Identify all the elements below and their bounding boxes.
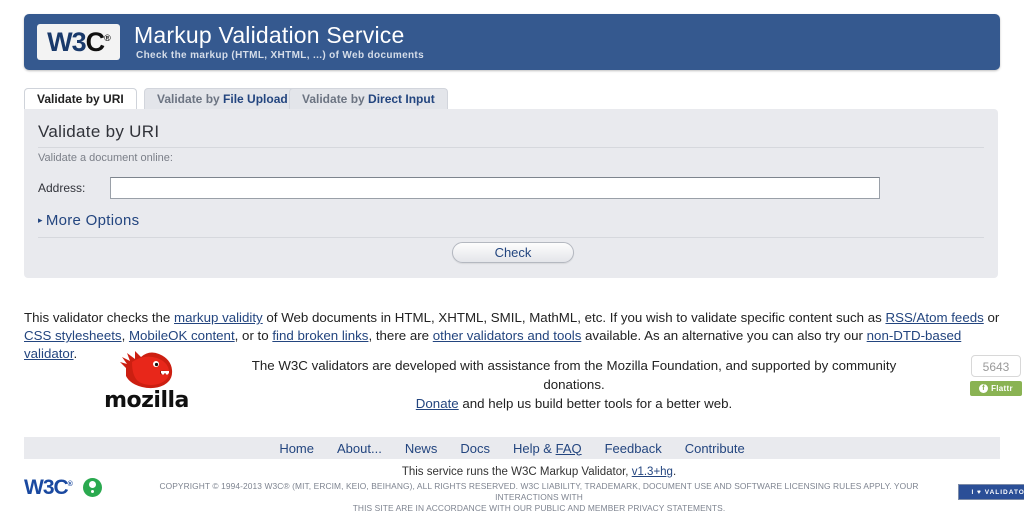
tab-1-prefix: Validate by (157, 92, 223, 106)
tab-0-prefix: Validate by (37, 92, 103, 106)
form-heading: Validate by URI (38, 122, 159, 142)
nav-link-home[interactable]: Home (279, 441, 314, 456)
flattr-button[interactable]: f Flattr (970, 381, 1022, 396)
mozilla-wordmark: mozilla (84, 388, 209, 413)
link-markup-validity[interactable]: markup validity (174, 310, 263, 325)
service-version-post: . (673, 466, 676, 478)
more-options-toggle[interactable]: ▸More Options (38, 212, 139, 229)
nav-link-about[interactable]: About... (337, 441, 382, 456)
sponsor-line-2: and help us build better tools for a bet… (459, 396, 733, 411)
open-source-icon[interactable] (83, 478, 102, 497)
address-label: Address: (38, 181, 85, 195)
tab-0-accent: URI (103, 92, 124, 106)
page-subtitle: Check the markup (HTML, XHTML, ...) of W… (136, 50, 424, 61)
w3c-footer-registered: ® (68, 481, 72, 488)
nav-link-help-faq[interactable]: Help & FAQ (513, 441, 582, 456)
tab-validate-by-file-upload[interactable]: Validate by File Upload (144, 88, 301, 109)
address-input[interactable] (110, 177, 880, 199)
legal-logos: W3C® (24, 477, 102, 498)
site-header: W3C® Markup Validation Service Check the… (24, 14, 1000, 70)
nav-link-help-faq-accesskey: FAQ (556, 441, 582, 456)
flattr-button-label: Flattr (991, 381, 1013, 396)
options-divider (38, 237, 984, 238)
intro-text-2: of Web documents in HTML, XHTML, SMIL, M… (263, 310, 886, 325)
tab-1-accent: File Upload (223, 92, 288, 106)
sponsor-text: The W3C validators are developed with as… (229, 356, 919, 413)
w3c-logo-mark: W3C® (47, 29, 110, 56)
copyright-line-1: COPYRIGHT © 1994-2013 W3C® (MIT, ERCIM, … (159, 481, 918, 502)
chevron-right-icon: ▸ (38, 215, 43, 225)
nav-link-news[interactable]: News (405, 441, 438, 456)
sponsor-line-1: The W3C validators are developed with as… (252, 358, 896, 392)
donate-link[interactable]: Donate (416, 396, 459, 411)
copyright-line-2: THIS SITE ARE IN ACCORDANCE WITH OUR PUB… (353, 503, 726, 513)
mozilla-logo[interactable]: mozilla (84, 348, 209, 413)
check-button[interactable]: Check (452, 242, 574, 263)
sponsor-section: mozilla The W3C validators are developed… (24, 340, 1000, 415)
w3c-logo-c: C (86, 27, 105, 57)
validator-badge[interactable]: I ♥ VALIDATOR (958, 484, 1024, 500)
nav-link-help-faq-label: Help & (513, 441, 556, 456)
service-version-pre: This service runs the W3C Markup Validat… (402, 466, 632, 478)
tab-validate-by-direct-input[interactable]: Validate by Direct Input (289, 88, 448, 109)
intro-text-1: This validator checks the (24, 310, 174, 325)
w3c-logo-registered: ® (104, 33, 110, 43)
w3c-footer-logo[interactable]: W3C® (24, 477, 72, 498)
page-title: Markup Validation Service (134, 22, 404, 49)
flattr-widget: 5643 f Flattr (968, 355, 1024, 396)
more-options-label: More Options (46, 212, 140, 229)
w3c-logo[interactable]: W3C® (37, 24, 120, 60)
link-validator-version[interactable]: v1.3+hg (632, 466, 673, 478)
tab-2-prefix: Validate by (302, 92, 368, 106)
mozilla-dinosaur-icon (116, 348, 178, 390)
tab-validate-by-uri[interactable]: Validate by URI (24, 88, 137, 109)
nav-link-feedback[interactable]: Feedback (605, 441, 662, 456)
legal-section: W3C® This service runs the W3C Markup Va… (24, 466, 1000, 501)
tab-2-accent: Direct Input (368, 92, 435, 106)
service-version-line: This service runs the W3C Markup Validat… (144, 466, 934, 478)
nav-link-docs[interactable]: Docs (460, 441, 490, 456)
intro-text-3: or (984, 310, 1000, 325)
flattr-count[interactable]: 5643 (971, 355, 1021, 377)
address-row: Address: (38, 177, 888, 201)
link-rss-atom-feeds[interactable]: RSS/Atom feeds (885, 310, 983, 325)
heading-divider (38, 147, 984, 148)
form-legend: Validate a document online: (38, 152, 173, 164)
copyright-notice: COPYRIGHT © 1994-2013 W3C® (MIT, ERCIM, … (144, 481, 934, 514)
footer-navigation: Home About... News Docs Help & FAQ Feedb… (24, 437, 1000, 459)
flattr-icon: f (979, 384, 988, 393)
nav-link-contribute[interactable]: Contribute (685, 441, 745, 456)
w3c-logo-w3: W3 (47, 27, 86, 57)
w3c-footer-logo-text: W3C (24, 476, 68, 499)
